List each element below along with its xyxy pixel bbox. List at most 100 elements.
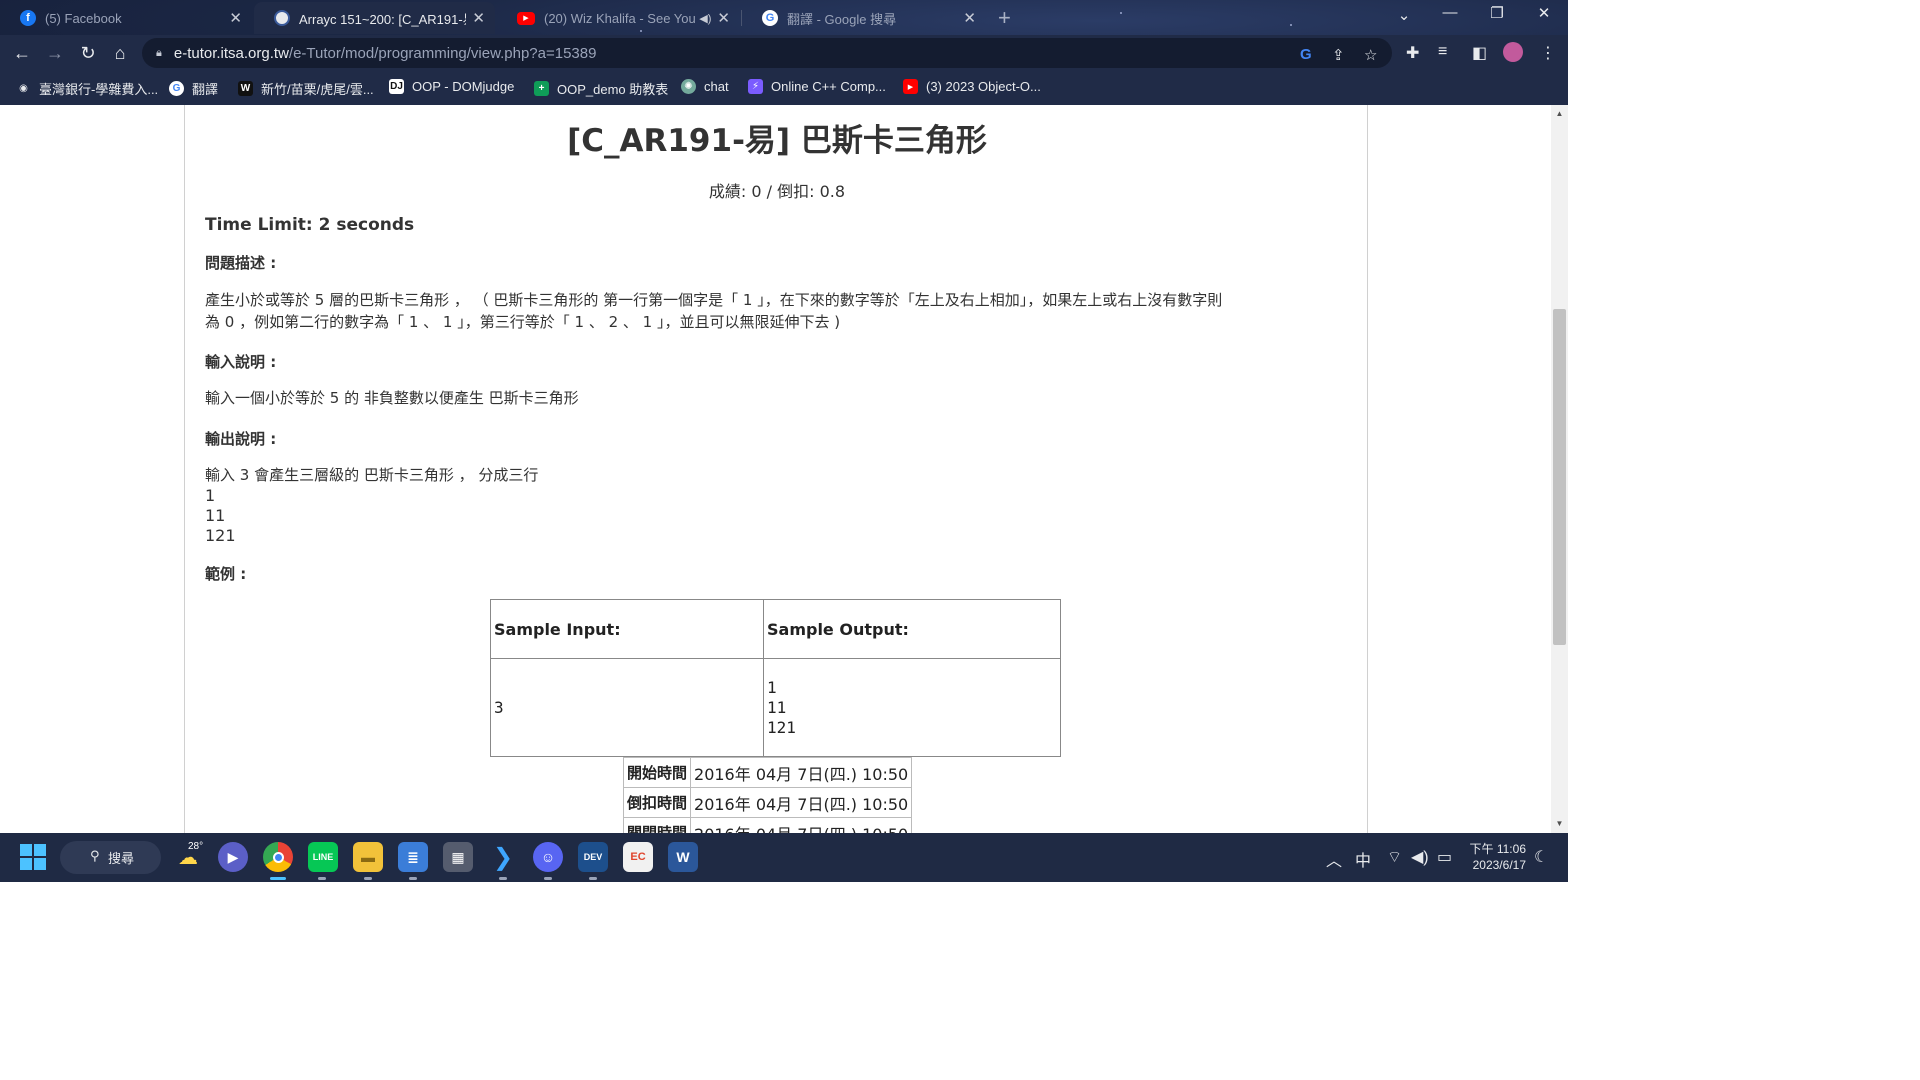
bookmark-label: 翻譯 [192, 82, 219, 97]
bookmark-item[interactable]: + OOP_demo 助教表 [534, 79, 668, 98]
close-time-value: 2016年 04月 7日(四.) 10:50 [690, 817, 913, 833]
score-value: 0 [751, 182, 762, 201]
output-text: 輸入 3 會產生三層級的 巴斯卡三角形 ， 分成三行 [205, 466, 539, 484]
speaker-icon[interactable]: ◀) [699, 12, 711, 25]
output-line: 121 [205, 526, 236, 545]
minimize-button[interactable]: — [1427, 4, 1473, 21]
calculator-icon[interactable]: ▦ [443, 842, 473, 872]
schedule-table: 開始時間 2016年 04月 7日(四.) 10:50 倒扣時間 2016年 0… [622, 757, 913, 833]
bookmark-item[interactable]: G 翻譯 [169, 79, 218, 98]
bookmark-label: 臺灣銀行-學雜費入... [39, 82, 159, 97]
scroll-down-icon[interactable]: ▼ [1551, 819, 1568, 828]
sample-output-line: 11 [767, 697, 787, 717]
tab-google[interactable]: G 翻譯 - Google 搜尋 ✕ [742, 2, 986, 34]
bookmark-label: OOP - DOMjudge [412, 79, 515, 94]
notepad-icon[interactable]: ≣ [398, 842, 428, 872]
url-path: /e-Tutor/mod/programming/view.php?a=1538… [288, 44, 597, 62]
scroll-thumb[interactable] [1553, 309, 1566, 645]
reload-icon[interactable]: ↻ [76, 41, 100, 65]
tab-arrayc[interactable]: Arrayc 151~200: [C_AR191-易] ✕ [254, 2, 495, 34]
start-time-value: 2016年 04月 7日(四.) 10:50 [690, 757, 913, 788]
output-example-lines: 1 11 121 [205, 486, 236, 546]
output-line: 11 [205, 506, 226, 525]
share-icon[interactable]: ⇪ [1332, 46, 1345, 64]
close-window-button[interactable]: ✕ [1521, 4, 1567, 22]
teams-chat-icon[interactable]: ▶ [218, 842, 248, 872]
new-tab-button[interactable]: + [998, 5, 1011, 31]
bookmark-item[interactable]: DJ OOP - DOMjudge [389, 79, 514, 94]
bookmark-item[interactable]: W 新竹/苗栗/虎尾/雲... [238, 79, 374, 98]
tab-title: Arrayc 151~200: [C_AR191-易] [299, 11, 467, 27]
volume-icon[interactable]: ◀) [1411, 847, 1429, 867]
menu-kebab-icon[interactable]: ⋮ [1540, 43, 1556, 63]
devcpp-icon[interactable]: DEV [578, 842, 608, 872]
youtube-icon: ▶ [903, 79, 918, 94]
page-title: [C_AR191-易] 巴斯卡三角形 [567, 123, 987, 159]
close-icon[interactable]: ✕ [229, 9, 242, 27]
tab-search-button[interactable]: ⌄ [1381, 6, 1427, 24]
google-lens-icon[interactable]: G [1300, 46, 1312, 63]
profile-avatar[interactable] [1503, 42, 1523, 62]
back-arrow-icon[interactable]: ← [10, 41, 34, 65]
windows-start-icon[interactable] [20, 844, 46, 870]
tab-facebook[interactable]: f (5) Facebook ✕ [0, 2, 252, 34]
bookmark-item[interactable]: ✺ chat [681, 79, 729, 94]
taskbar-search[interactable]: ⚲ 搜尋 [60, 841, 161, 874]
running-indicator [364, 877, 372, 880]
forward-arrow-icon[interactable]: → [43, 41, 67, 65]
description-line: 為 0 ，例如第二行的數字為「 1 、 1 」，第三行等於「 1 、 2 、 1… [205, 313, 841, 331]
ime-indicator[interactable]: 中 [1355, 847, 1371, 871]
line-icon[interactable]: LINE [308, 842, 338, 872]
w-logo-icon: W [238, 81, 253, 96]
tab-title: (20) Wiz Khalifa - See You A [544, 10, 698, 26]
active-indicator [270, 877, 286, 880]
discord-icon[interactable]: ☺ [533, 842, 563, 872]
home-icon[interactable]: ⌂ [108, 41, 132, 65]
tab-title: 翻譯 - Google 搜尋 [787, 11, 897, 27]
word-icon[interactable]: W [668, 842, 698, 872]
globe-icon: ◉ [19, 83, 28, 94]
time-limit: Time Limit: 2 seconds [205, 215, 415, 235]
clock-time: 下午 11:06 [1469, 842, 1526, 856]
presentation-app-icon[interactable]: EC [623, 842, 653, 872]
wifi-icon[interactable]: ⌔ [1387, 847, 1402, 867]
vscode-icon[interactable]: ❯ [488, 842, 518, 872]
deduct-time-label: 倒扣時間 [622, 787, 692, 818]
bolt-icon: ⚡︎ [748, 79, 763, 94]
close-icon[interactable]: ✕ [472, 9, 485, 27]
media-control-icon[interactable]: ≡ [1438, 43, 1447, 61]
tab-title: (5) Facebook [45, 10, 122, 26]
chrome-icon[interactable] [263, 842, 293, 872]
tab-youtube[interactable]: ▶ (20) Wiz Khalifa - See You A ◀) ✕ [497, 2, 740, 34]
file-explorer-icon[interactable]: ▬ [353, 842, 383, 872]
bookmark-label: chat [704, 79, 729, 94]
sample-table: Sample Input: Sample Output: 3 1 11 121 [490, 599, 1061, 757]
side-panel-icon[interactable]: ◧ [1472, 43, 1487, 63]
openai-icon: ✺ [681, 79, 696, 94]
bookmarks-bar: ◉ 臺灣銀行-學雜費入... G 翻譯 W 新竹/苗栗/虎尾/雲... DJ O… [0, 71, 1568, 105]
bookmark-item[interactable]: ▶ (3) 2023 Object-O... [903, 79, 1041, 94]
address-bar[interactable]: 🔒︎ e-tutor.itsa.org.tw/e-Tutor/mod/progr… [142, 38, 1392, 68]
deduct-time-value: 2016年 04月 7日(四.) 10:50 [690, 787, 913, 818]
close-icon[interactable]: ✕ [963, 9, 976, 27]
scroll-up-icon[interactable]: ▲ [1551, 109, 1568, 118]
description-text: 產生小於或等於 5 層的巴斯卡三角形 ， （ 巴斯卡三角形的 第一行第一個字是「… [205, 289, 1345, 333]
lock-icon[interactable]: 🔒︎ [156, 47, 162, 60]
score-line: 成績: 0 / 倒扣: 0.8 [185, 178, 1369, 202]
system-clock[interactable]: 下午 11:06 2023/6/17 [1466, 841, 1526, 873]
focus-moon-icon[interactable]: ☾ [1534, 847, 1548, 867]
sample-output-header: Sample Output: [763, 599, 1061, 659]
bookmark-item[interactable]: ◉ 臺灣銀行-學雜費入... [16, 79, 158, 98]
site-icon [274, 10, 290, 26]
input-heading: 輸入說明 : [205, 353, 277, 371]
restore-button[interactable]: ❐ [1474, 4, 1520, 22]
close-icon[interactable]: ✕ [717, 9, 730, 27]
vertical-scrollbar[interactable]: ▲ ▼ [1551, 105, 1568, 833]
bookmark-item[interactable]: ⚡︎ Online C++ Comp... [748, 79, 886, 94]
extensions-icon[interactable]: ✚ [1406, 43, 1419, 63]
bookmark-star-icon[interactable]: ☆ [1364, 46, 1377, 64]
windows-taskbar: ⚲ 搜尋 ☁ 28° ▶ LINE ▬ ≣ ▦ ❯ ☺ DEV EC W ︿ 中… [0, 833, 1568, 882]
battery-icon[interactable]: ▭ [1437, 847, 1452, 867]
example-heading: 範例 : [205, 565, 247, 583]
tray-chevron-icon[interactable]: ︿ [1326, 847, 1342, 871]
